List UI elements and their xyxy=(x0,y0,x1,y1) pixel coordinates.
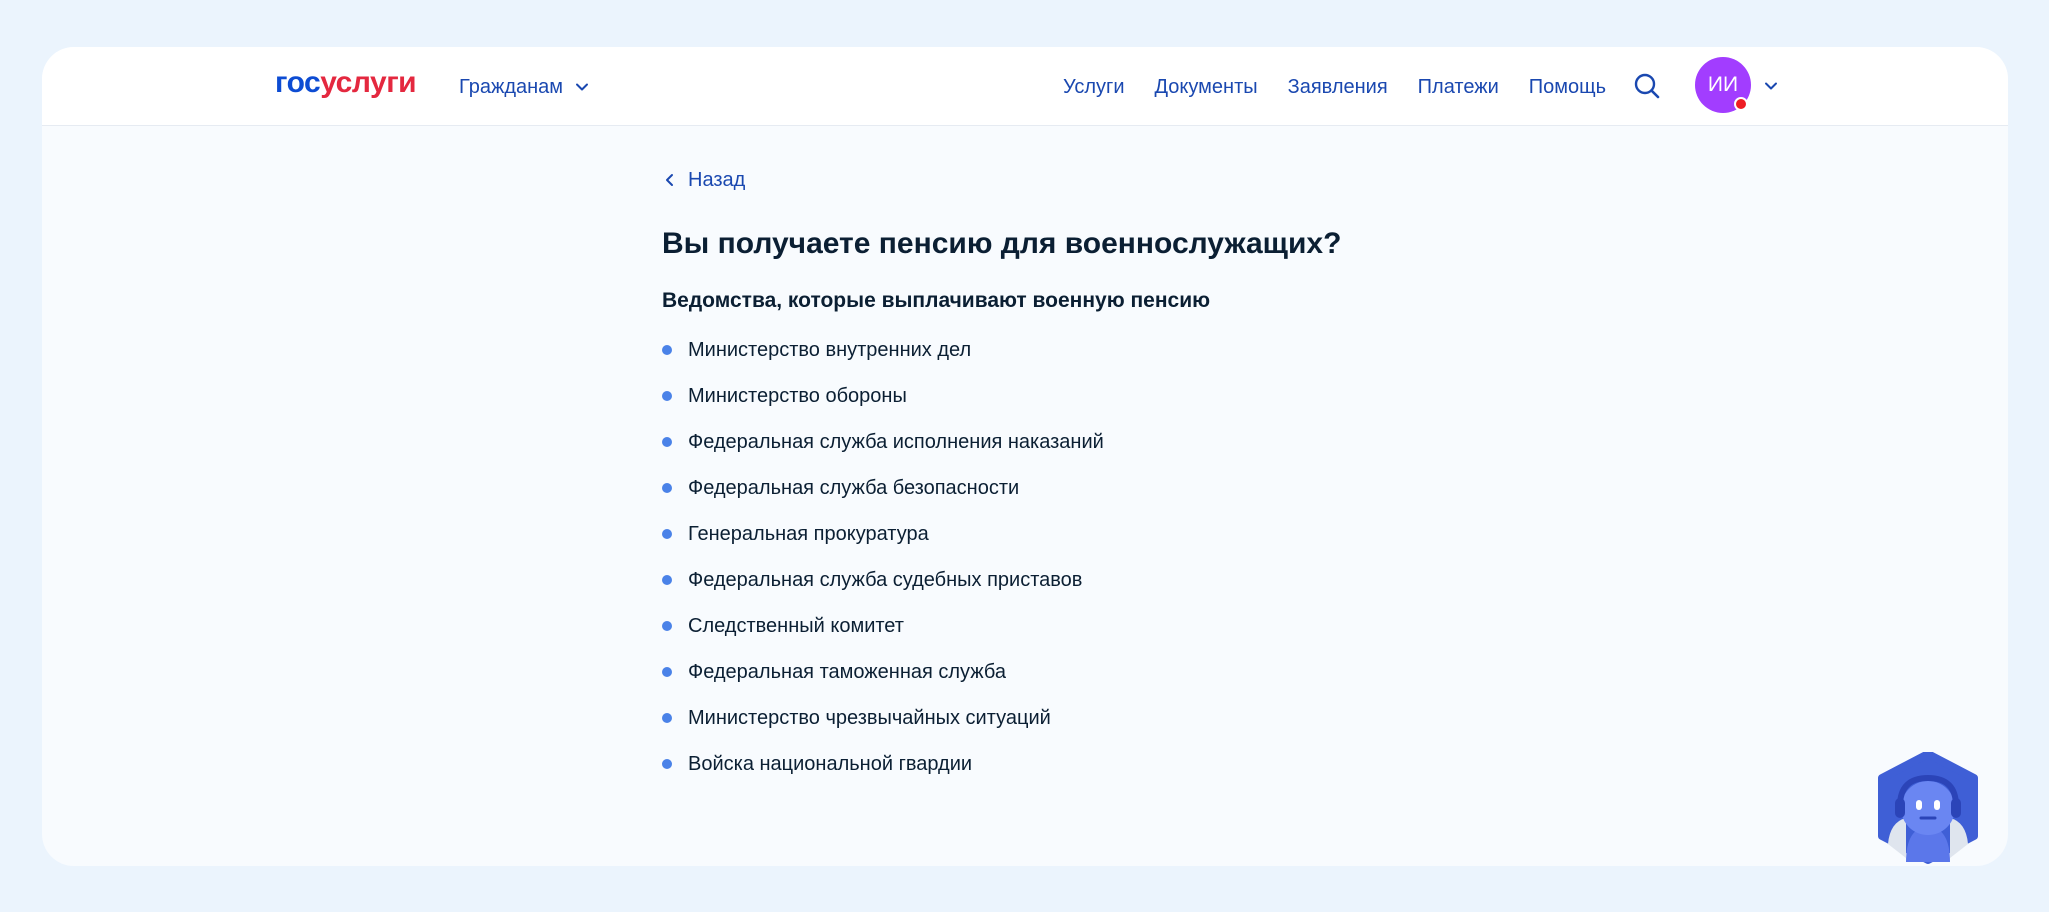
main-nav: Услуги Документы Заявления Платежи Помощ… xyxy=(1063,73,1636,101)
list-item-label: Министерство чрезвычайных ситуаций xyxy=(688,706,1051,729)
list-item-label: Федеральная служба судебных приставов xyxy=(688,568,1083,591)
back-label: Назад xyxy=(688,169,746,191)
list-item: Генеральная прокуратура xyxy=(662,511,1104,557)
list-item-label: Федеральная служба исполнения наказаний xyxy=(688,430,1104,453)
list-item: Федеральная служба судебных приставов xyxy=(662,557,1104,603)
chevron-left-icon xyxy=(666,174,673,186)
notification-dot xyxy=(1734,97,1748,111)
nav-applications[interactable]: Заявления xyxy=(1288,73,1388,101)
list-item-label: Следственный комитет xyxy=(688,614,904,637)
chevron-down-icon[interactable] xyxy=(1760,75,1782,97)
bullet xyxy=(662,437,672,447)
page-card: госуслуги Гражданам Услуги Документы Зая… xyxy=(42,47,2008,866)
bullet xyxy=(662,759,672,769)
header: госуслуги Гражданам Услуги Документы Зая… xyxy=(42,47,2008,126)
list-item: Федеральная служба безопасности xyxy=(662,465,1104,511)
search-icon[interactable] xyxy=(1632,71,1662,101)
bullet xyxy=(662,575,672,585)
list-item: Министерство обороны xyxy=(662,373,1104,419)
bullet xyxy=(662,345,672,355)
list-item-label: Федеральная служба безопасности xyxy=(688,476,1020,499)
agencies-list: Министерство внутренних дел Министерство… xyxy=(662,327,1104,787)
nav-help[interactable]: Помощь xyxy=(1529,73,1606,101)
list-item-label: Войска национальной гвардии xyxy=(688,752,973,775)
nav-services[interactable]: Услуги xyxy=(1063,73,1125,101)
robot-assistant-icon[interactable] xyxy=(1876,752,1980,866)
nav-payments[interactable]: Платежи xyxy=(1418,73,1499,101)
bullet xyxy=(662,483,672,493)
list-item: Федеральная служба исполнения наказаний xyxy=(662,419,1104,465)
bullet xyxy=(662,667,672,677)
chevron-down-icon xyxy=(576,83,589,91)
citizens-label: Гражданам xyxy=(459,76,564,98)
logo-part-uslugi: услуги xyxy=(320,66,417,99)
citizens-dropdown[interactable]: Гражданам xyxy=(459,73,593,101)
page-title: Вы получаете пенсию для военнослужащих? xyxy=(662,227,1342,260)
list-item: Федеральная таможенная служба xyxy=(662,649,1104,695)
list-item: Министерство чрезвычайных ситуаций xyxy=(662,695,1104,741)
nav-documents[interactable]: Документы xyxy=(1155,73,1258,101)
bullet xyxy=(662,713,672,723)
list-item-label: Генеральная прокуратура xyxy=(688,522,929,545)
list-item: Войска национальной гвардии xyxy=(662,741,1104,787)
section-subtitle: Ведомства, которые выплачивают военную п… xyxy=(662,289,1211,312)
list-item-label: Федеральная таможенная служба xyxy=(688,660,1006,683)
list-item-label: Министерство обороны xyxy=(688,384,907,407)
list-item: Министерство внутренних дел xyxy=(662,327,1104,373)
bullet xyxy=(662,391,672,401)
bullet xyxy=(662,621,672,631)
logo-part-gos: гос xyxy=(275,66,321,99)
list-item: Следственный комитет xyxy=(662,603,1104,649)
bullet xyxy=(662,529,672,539)
gosuslugi-logo[interactable]: госуслуги xyxy=(275,65,417,101)
back-link[interactable]: Назад xyxy=(662,166,745,194)
list-item-label: Министерство внутренних дел xyxy=(688,338,972,361)
